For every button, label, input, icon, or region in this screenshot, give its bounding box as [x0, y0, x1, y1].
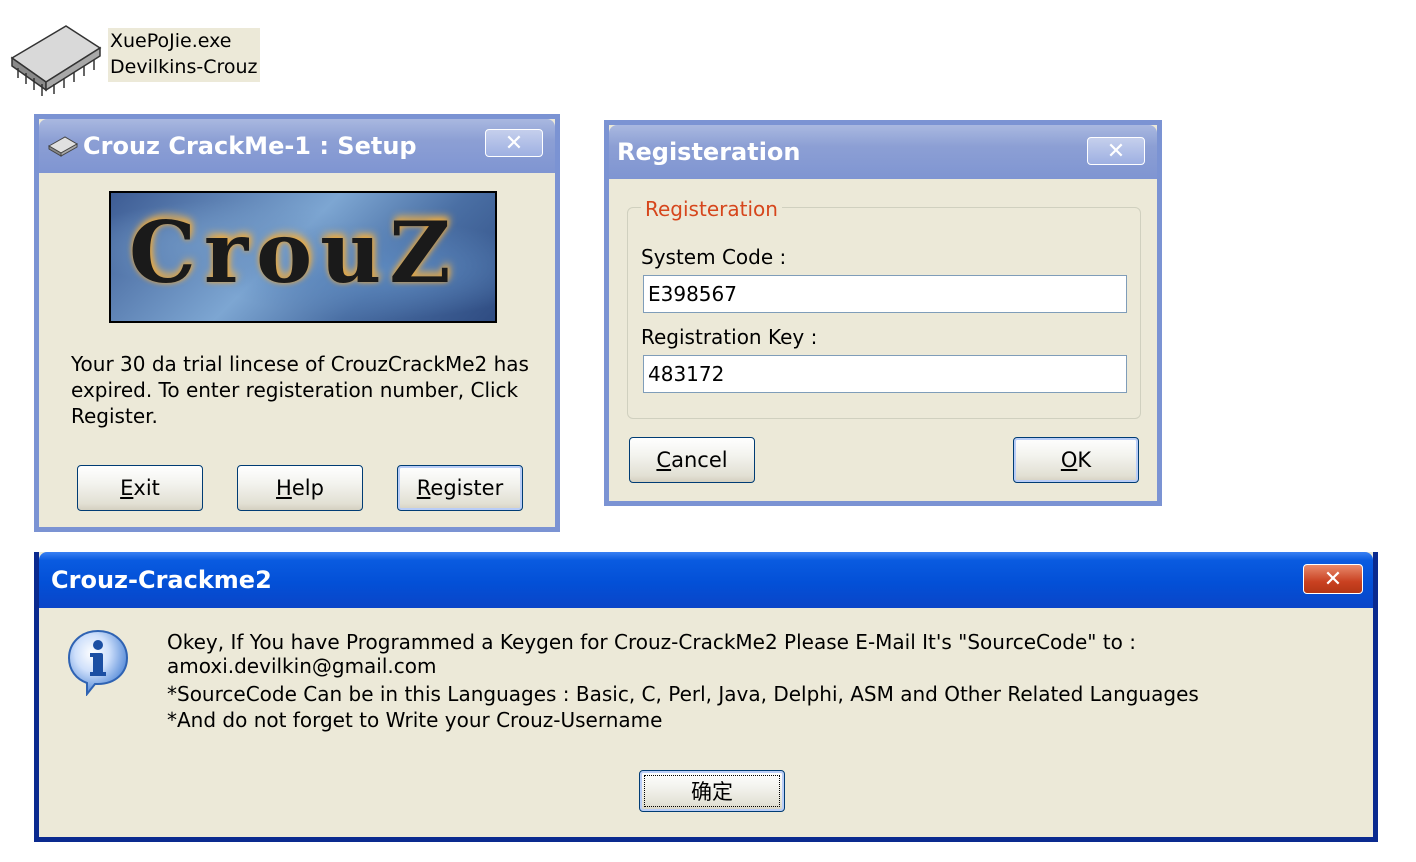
close-button[interactable]: ✕: [1303, 564, 1363, 594]
exit-button-label: Exit: [120, 476, 160, 500]
cancel-button-label: Cancel: [656, 448, 728, 472]
file-name: XuePoJie.exe: [110, 30, 232, 52]
register-button-label: Register: [416, 476, 504, 500]
registration-key-label: Registration Key :: [641, 325, 818, 349]
system-code-label: System Code :: [641, 245, 787, 269]
file-label[interactable]: XuePoJie.exe Devilkins-Crouz: [108, 28, 260, 82]
cancel-button[interactable]: Cancel: [629, 437, 755, 483]
close-button[interactable]: ✕: [1087, 137, 1145, 165]
exit-button[interactable]: Exit: [77, 465, 203, 511]
crouz-logo-banner: CrouZ: [109, 191, 497, 323]
close-button[interactable]: ✕: [485, 129, 543, 157]
message-box-window: Crouz-Crackme2 ✕ Okey, If You have Progr…: [34, 552, 1378, 842]
chip-icon: [47, 134, 79, 158]
message-line-3: *And do not forget to Write your Crouz-U…: [167, 708, 663, 732]
help-button[interactable]: Help: [237, 465, 363, 511]
ok-button[interactable]: OK: [1013, 437, 1139, 483]
file-description: Devilkins-Crouz: [110, 56, 258, 78]
close-icon: ✕: [1323, 566, 1343, 592]
setup-window: Crouz CrackMe-1 : Setup ✕ CrouZ Your 30 …: [34, 114, 560, 532]
system-code-value: E398567: [648, 282, 737, 306]
registration-key-value: 483172: [648, 362, 725, 386]
message-box-titlebar[interactable]: Crouz-Crackme2: [39, 552, 1373, 608]
banner-logo-text: CrouZ: [129, 203, 459, 302]
close-icon: ✕: [1106, 138, 1126, 164]
setup-titlebar[interactable]: Crouz CrackMe-1 : Setup: [39, 119, 555, 173]
groupbox-label: Registeration: [641, 197, 782, 221]
close-icon: ✕: [504, 130, 524, 156]
registration-window: Registeration ✕ Registeration System Cod…: [604, 120, 1162, 506]
info-icon: [65, 628, 131, 697]
window-title: Crouz CrackMe-1 : Setup: [83, 132, 417, 160]
ok-button-label: OK: [1060, 448, 1092, 472]
window-title: Crouz-Crackme2: [51, 566, 272, 594]
help-button-label: Help: [276, 476, 324, 500]
confirm-button-label: 确定: [691, 780, 733, 804]
expired-message: Your 30 da trial lincese of CrouzCrackMe…: [71, 352, 529, 428]
chip-icon[interactable]: [4, 18, 104, 100]
window-title: Registeration: [617, 138, 801, 166]
message-line-1: Okey, If You have Programmed a Keygen fo…: [167, 630, 1136, 678]
system-code-field[interactable]: E398567: [643, 275, 1127, 313]
register-button[interactable]: Register: [397, 465, 523, 511]
registration-key-field[interactable]: 483172: [643, 355, 1127, 393]
confirm-button[interactable]: 确定: [639, 770, 785, 812]
message-line-2: *SourceCode Can be in this Languages : B…: [167, 682, 1199, 706]
registration-titlebar[interactable]: Registeration: [609, 125, 1157, 179]
